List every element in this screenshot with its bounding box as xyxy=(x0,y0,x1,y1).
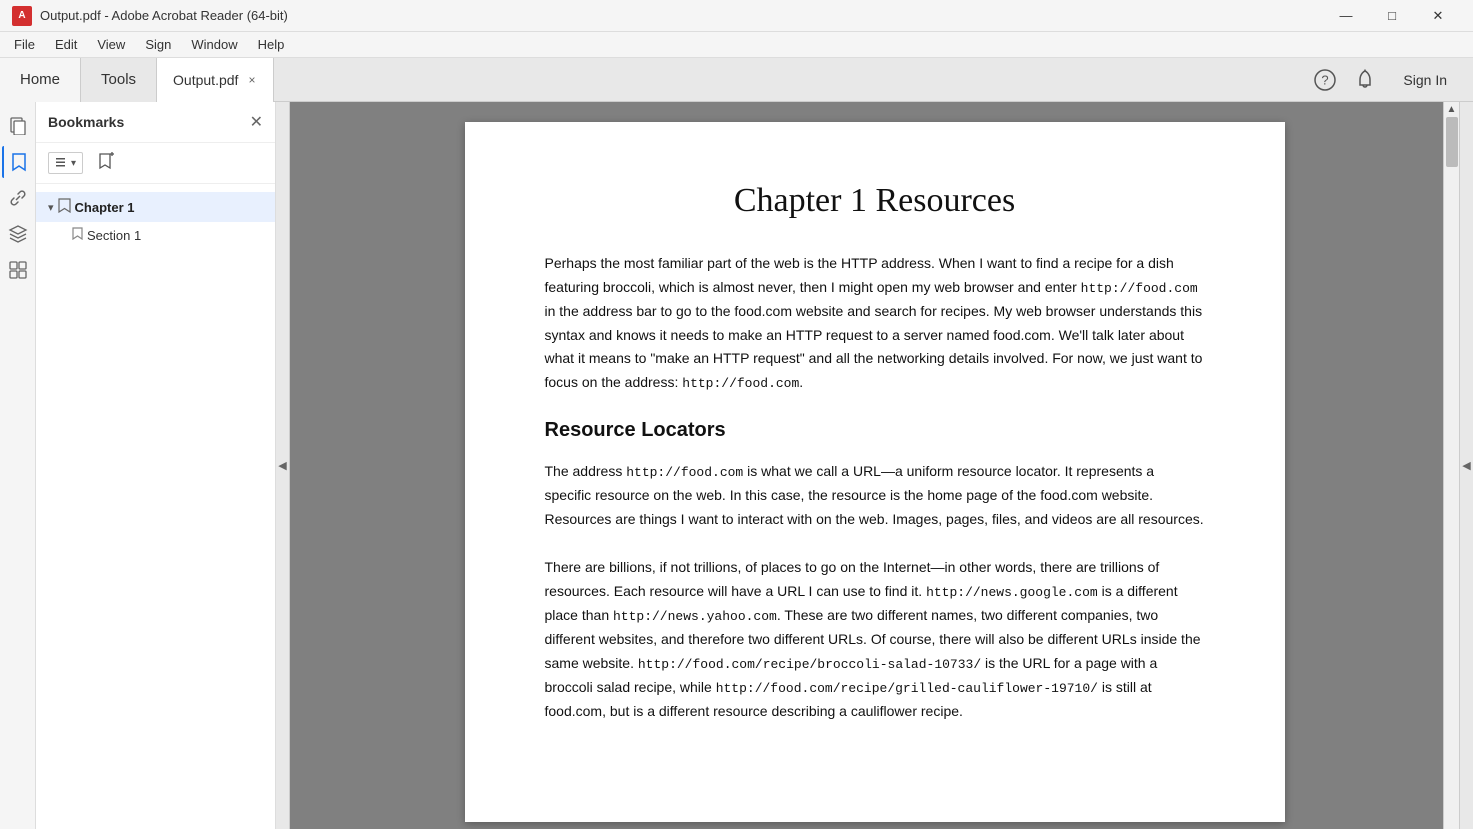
pdf-code-7: http://food.com/recipe/grilled-cauliflow… xyxy=(716,681,1098,696)
pdf-paragraph2: The address http://food.com is what we c… xyxy=(545,460,1205,532)
bookmarks-tree: ▾ Chapter 1 Section 1 xyxy=(36,184,275,829)
menu-edit[interactable]: Edit xyxy=(45,35,87,54)
menu-file[interactable]: File xyxy=(4,35,45,54)
right-panel-arrow-icon: ◀ xyxy=(1462,459,1470,472)
pdf-chapter-title: Chapter 1 Resources xyxy=(545,182,1205,220)
title-bar-left: A Output.pdf - Adobe Acrobat Reader (64-… xyxy=(12,6,288,26)
pdf-code-4: http://news.google.com xyxy=(926,585,1098,600)
new-bookmark-button[interactable] xyxy=(91,149,121,177)
tab-bar-right: ? Sign In xyxy=(1309,64,1473,96)
scrollbar-up-arrow[interactable]: ▲ xyxy=(1447,104,1457,115)
title-bar-text: Output.pdf - Adobe Acrobat Reader (64-bi… xyxy=(40,8,288,23)
bookmarks-panel: Bookmarks ✕ ▾ ▾ xyxy=(36,102,276,829)
vertical-scrollbar[interactable]: ▲ xyxy=(1443,102,1459,829)
pdf-section-title: Resource Locators xyxy=(545,419,1205,442)
pdf-page: Chapter 1 Resources Perhaps the most fam… xyxy=(465,122,1285,822)
bookmarks-header: Bookmarks ✕ xyxy=(36,102,275,143)
layers-icon[interactable] xyxy=(2,218,34,250)
pdf-code-1: http://food.com xyxy=(1081,281,1198,296)
menu-bar: File Edit View Sign Window Help xyxy=(0,32,1473,58)
close-button[interactable]: ✕ xyxy=(1415,0,1461,32)
bookmarks-panel-icon[interactable] xyxy=(2,146,34,178)
title-bar: A Output.pdf - Adobe Acrobat Reader (64-… xyxy=(0,0,1473,32)
svg-text:?: ? xyxy=(1322,72,1329,87)
scrollbar-thumb[interactable] xyxy=(1446,117,1458,167)
organize-pages-icon[interactable] xyxy=(2,254,34,286)
tab-tools[interactable]: Tools xyxy=(81,58,157,102)
menu-help[interactable]: Help xyxy=(248,35,295,54)
tab-document[interactable]: Output.pdf × xyxy=(157,58,274,102)
links-icon[interactable] xyxy=(2,182,34,214)
panel-collapse-handle[interactable]: ◀ xyxy=(276,102,290,829)
tab-bar: Home Tools Output.pdf × ? Sign In xyxy=(0,58,1473,102)
tab-home[interactable]: Home xyxy=(0,58,81,102)
page-thumbnail-icon[interactable] xyxy=(2,110,34,142)
right-panel-handle[interactable]: ◀ xyxy=(1459,102,1473,829)
pdf-code-5: http://news.yahoo.com xyxy=(613,609,777,624)
tab-document-label: Output.pdf xyxy=(173,72,238,88)
pdf-code-2: http://food.com xyxy=(682,376,799,391)
menu-sign[interactable]: Sign xyxy=(135,35,181,54)
help-icon[interactable]: ? xyxy=(1309,64,1341,96)
minimize-button[interactable]: — xyxy=(1323,0,1369,32)
chapter-expand-arrow: ▾ xyxy=(48,201,54,214)
pdf-paragraph1: Perhaps the most familiar part of the we… xyxy=(545,252,1205,395)
pdf-viewer[interactable]: ▲ Chapter 1 Resources Perhaps the most f… xyxy=(290,102,1459,829)
pdf-code-6: http://food.com/recipe/broccoli-salad-10… xyxy=(638,657,981,672)
chapter1-label: Chapter 1 xyxy=(75,200,135,215)
sign-in-button[interactable]: Sign In xyxy=(1389,66,1461,94)
bookmarks-title: Bookmarks xyxy=(48,114,124,130)
title-bar-controls: — □ ✕ xyxy=(1323,0,1461,32)
chapter-bookmark-icon xyxy=(58,198,71,216)
bookmarks-close-button[interactable]: ✕ xyxy=(250,112,263,132)
section1-label: Section 1 xyxy=(87,228,141,243)
tab-close-button[interactable]: × xyxy=(246,71,257,89)
sidebar-icons xyxy=(0,102,36,829)
bell-icon[interactable] xyxy=(1349,64,1381,96)
bookmarks-options-button[interactable]: ▾ xyxy=(48,152,83,174)
bookmarks-toolbar: ▾ xyxy=(36,143,275,184)
pdf-code-3: http://food.com xyxy=(626,465,743,480)
restore-button[interactable]: □ xyxy=(1369,0,1415,32)
menu-view[interactable]: View xyxy=(87,35,135,54)
bookmark-section1[interactable]: Section 1 xyxy=(36,222,275,248)
main-area: Bookmarks ✕ ▾ ▾ xyxy=(0,102,1473,829)
section-bookmark-icon xyxy=(72,227,83,243)
acrobat-icon: A xyxy=(12,6,32,26)
bookmark-chapter1[interactable]: ▾ Chapter 1 xyxy=(36,192,275,222)
collapse-arrow-icon: ◀ xyxy=(278,459,286,472)
menu-window[interactable]: Window xyxy=(181,35,247,54)
pdf-paragraph3: There are billions, if not trillions, of… xyxy=(545,556,1205,724)
